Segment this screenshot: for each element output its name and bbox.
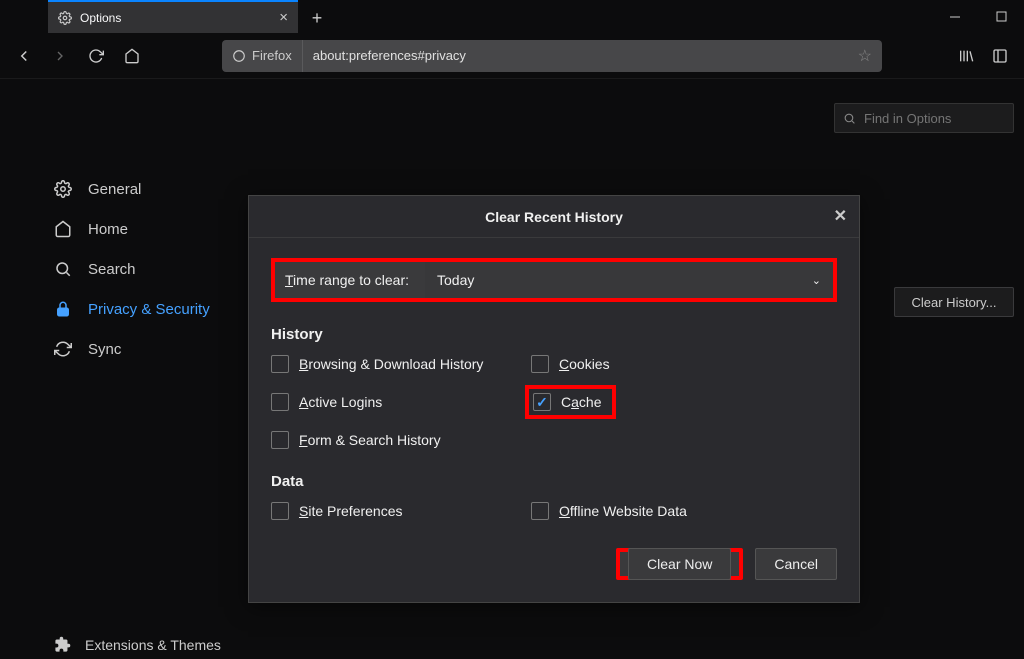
sidebar-item-sync[interactable]: Sync [40,329,240,369]
new-tab-button[interactable]: + [302,3,332,33]
home-button[interactable] [116,40,148,72]
url-text: about:preferences#privacy [303,48,848,63]
clear-now-button[interactable]: Clear Now [628,548,731,580]
time-range-row: Time range to clear: Today ⌄ [271,258,837,302]
sidebar-item-search[interactable]: Search [40,249,240,289]
library-icon[interactable] [950,40,982,72]
sidebar-item-label: Privacy & Security [88,301,210,318]
clear-now-highlight: Clear Now [616,548,743,580]
gear-icon [58,11,72,25]
footer-label: Extensions & Themes [85,637,221,653]
check-site-prefs[interactable]: Site Preferences [271,502,521,520]
clear-history-button[interactable]: Clear History... [894,287,1014,317]
sidebar-icon[interactable] [984,40,1016,72]
find-input[interactable] [864,111,994,126]
checkbox-icon [271,393,289,411]
section-history-header: History [271,326,837,343]
browser-tab[interactable]: Options × [48,0,298,33]
check-cookies[interactable]: Cookies [531,355,837,373]
lock-icon [54,300,74,318]
reload-button[interactable] [80,40,112,72]
extensions-themes-link[interactable]: Extensions & Themes [40,636,221,653]
dialog-title: Clear Recent History [485,209,623,225]
search-icon [54,260,74,278]
close-tab-icon[interactable]: × [279,9,288,26]
checkbox-icon [533,393,551,411]
sidebar-item-label: Search [88,261,136,278]
sidebar-item-privacy[interactable]: Privacy & Security [40,289,240,329]
search-icon [843,112,856,125]
minimize-button[interactable] [932,0,978,33]
tab-title: Options [80,11,121,25]
back-button[interactable] [8,40,40,72]
sidebar-item-home[interactable]: Home [40,209,240,249]
time-range-label: Time range to clear: [275,262,425,298]
gear-icon [54,180,74,198]
url-bar[interactable]: Firefox about:preferences#privacy ☆ [222,40,882,72]
check-form-search[interactable]: Form & Search History [271,431,521,449]
checkbox-icon [271,502,289,520]
bookmark-star-icon[interactable]: ☆ [848,46,882,66]
forward-button[interactable] [44,40,76,72]
cancel-button[interactable]: Cancel [755,548,837,580]
identity-box[interactable]: Firefox [222,40,303,72]
checkbox-icon [531,502,549,520]
check-active-logins[interactable]: Active Logins [271,391,521,413]
check-cache[interactable]: Cache [531,391,837,413]
maximize-button[interactable] [978,0,1024,33]
chevron-down-icon: ⌄ [812,274,821,287]
clear-history-dialog: Clear Recent History ✕ Time range to cle… [248,195,860,603]
dialog-close-icon[interactable]: ✕ [834,206,847,226]
checkbox-icon [271,355,289,373]
section-data-header: Data [271,473,837,490]
sidebar-item-label: Sync [88,341,121,358]
check-offline-data[interactable]: Offline Website Data [531,502,837,520]
home-icon [54,220,74,238]
firefox-icon [232,49,246,63]
puzzle-icon [54,636,71,653]
sidebar-item-label: General [88,181,141,198]
sidebar-item-general[interactable]: General [40,169,240,209]
find-in-options[interactable] [834,103,1014,133]
checkbox-icon [531,355,549,373]
sidebar-item-label: Home [88,221,128,238]
identity-label: Firefox [252,48,292,63]
check-browsing-history[interactable]: Browsing & Download History [271,355,521,373]
checkbox-icon [271,431,289,449]
sync-icon [54,340,74,358]
time-range-select[interactable]: Today ⌄ [425,262,833,298]
